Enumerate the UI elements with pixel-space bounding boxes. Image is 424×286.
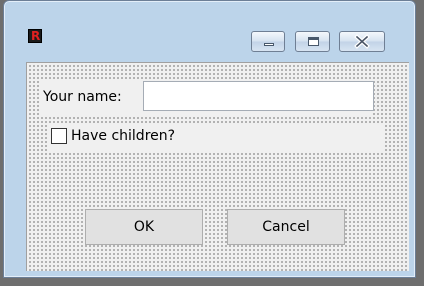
maximize-icon	[308, 37, 319, 46]
cancel-button[interactable]: Cancel	[227, 209, 345, 245]
close-icon	[354, 34, 370, 49]
ok-button[interactable]: OK	[85, 209, 203, 245]
name-label: Your name:	[43, 89, 122, 105]
name-row: Your name:	[39, 79, 374, 117]
minimize-button[interactable]	[251, 31, 285, 52]
children-row: Have children?	[47, 125, 383, 153]
maximize-button[interactable]	[295, 31, 330, 52]
dialog-client-area: Your name: Have children? OK Cancel	[26, 62, 409, 271]
app-icon-letter: R	[31, 29, 41, 43]
name-input[interactable]	[143, 81, 374, 111]
have-children-label[interactable]: Have children?	[71, 128, 175, 145]
close-button[interactable]	[339, 31, 385, 52]
dialog-window: R Your name: Have children? OK Cancel	[3, 0, 416, 278]
minimize-icon	[264, 43, 274, 46]
have-children-checkbox[interactable]	[51, 128, 67, 144]
app-r-icon[interactable]: R	[28, 29, 42, 43]
title-bar[interactable]: R	[4, 1, 415, 57]
